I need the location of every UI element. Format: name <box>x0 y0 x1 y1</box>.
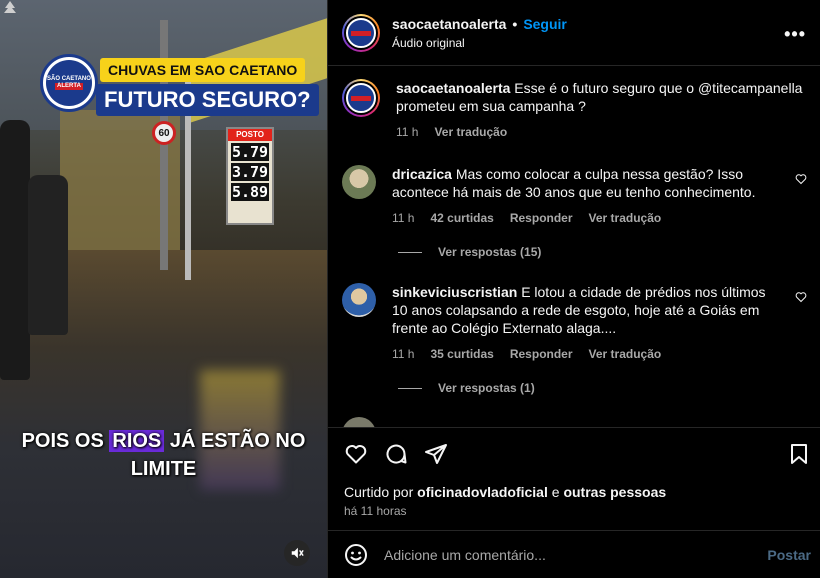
like-heart-icon[interactable] <box>795 173 807 185</box>
comment-input[interactable] <box>384 546 768 563</box>
caption-text: JÁ ESTÃO NO <box>164 430 306 452</box>
view-replies[interactable]: Ver respostas (1) <box>398 381 535 395</box>
translate-link[interactable]: Ver tradução <box>434 123 507 141</box>
post-time[interactable]: há 11 horas <box>344 504 407 518</box>
translate-link[interactable]: Ver tradução <box>589 345 662 363</box>
video-tag-headline: CHUVAS EM SAO CAETANO <box>100 58 306 82</box>
post-comment-button[interactable]: Postar <box>767 547 811 563</box>
comment-item: dricazica Mas como colocar a culpa nessa… <box>342 165 807 227</box>
emoji-icon[interactable] <box>344 543 368 567</box>
tree-icon <box>4 1 16 13</box>
video-tag-question: FUTURO SEGURO? <box>96 84 319 116</box>
separator-dot: • <box>512 15 518 32</box>
person-silhouette <box>0 120 30 380</box>
video-caption-line1: POIS OS RIOS JÁ ESTÃO NO <box>0 430 327 453</box>
speed-limit-sign: 60 <box>152 121 176 145</box>
comment-likes[interactable]: 35 curtidas <box>430 345 493 363</box>
reel-video[interactable]: 60 POSTO 5.79 3.79 5.89 SÃO CAETANO ALER… <box>0 0 327 578</box>
post-header: saocaetanoalerta • Seguir Áudio original… <box>328 0 820 66</box>
caption-text: POIS OS <box>21 430 110 452</box>
replies-line <box>398 251 422 253</box>
author-logo <box>346 83 376 113</box>
person-silhouette <box>28 175 68 335</box>
commenter-avatar[interactable] <box>342 283 376 317</box>
replies-line <box>398 387 422 389</box>
price-row: 5.79 <box>231 143 269 161</box>
speaker-muted-icon <box>291 547 304 559</box>
post-panel: saocaetanoalerta • Seguir Áudio original… <box>327 0 820 578</box>
view-replies-label[interactable]: Ver respostas (15) <box>438 245 541 259</box>
liked-by: Curtido por oficinadovladoficial e outra… <box>344 484 666 500</box>
comment-item: sinkeviciuscristian E lotou a cidade de … <box>342 283 807 363</box>
comment-likes[interactable]: 42 curtidas <box>430 209 493 227</box>
comment-username[interactable]: saocaetanoalerta <box>396 80 510 96</box>
comment-username[interactable]: sinkeviciuscristian <box>392 284 517 300</box>
price-board-header: POSTO <box>228 129 272 141</box>
reply-button[interactable]: Responder <box>510 209 573 227</box>
author-avatar[interactable] <box>342 79 380 117</box>
fuel-price-board: POSTO 5.79 3.79 5.89 <box>226 127 274 225</box>
share-send-icon[interactable] <box>424 442 448 466</box>
logo-text-bottom: ALERTA <box>55 83 83 90</box>
price-row: 5.89 <box>231 183 269 201</box>
price-row: 3.79 <box>231 163 269 181</box>
comment-time: 11 h <box>396 125 419 139</box>
comment-bubble-icon[interactable] <box>384 442 408 466</box>
author-avatar[interactable] <box>342 13 380 52</box>
bookmark-save-icon[interactable] <box>787 442 811 466</box>
post-caption: saocaetanoalerta Esse é o futuro seguro … <box>342 79 807 141</box>
like-heart-icon[interactable] <box>344 442 368 466</box>
like-heart-icon[interactable] <box>795 291 807 303</box>
sao-caetano-alerta-logo: SÃO CAETANO ALERTA <box>40 54 98 112</box>
post-actions: Curtido por oficinadovladoficial e outra… <box>328 427 820 529</box>
author-username[interactable]: saocaetanoalerta <box>392 16 506 32</box>
view-replies[interactable]: Ver respostas (15) <box>398 245 541 259</box>
follow-button[interactable]: Seguir <box>523 16 567 32</box>
more-options-icon[interactable]: ••• <box>784 24 806 45</box>
video-caption-line2: LIMITE <box>130 458 197 480</box>
liked-user[interactable]: oficinadovladoficial <box>417 484 548 500</box>
liked-prefix: Curtido por <box>344 484 418 500</box>
comment-composer: Postar <box>328 530 820 578</box>
comments-list[interactable]: saocaetanoalerta Esse é o futuro seguro … <box>328 67 820 427</box>
commenter-avatar[interactable] <box>342 165 376 199</box>
mute-button[interactable] <box>284 540 310 566</box>
view-replies-label[interactable]: Ver respostas (1) <box>438 381 535 395</box>
audio-link[interactable]: Áudio original <box>392 36 567 50</box>
logo-text-top: SÃO CAETANO <box>47 76 91 82</box>
commenter-avatar[interactable] <box>342 417 376 427</box>
comment-time: 11 h <box>392 211 415 225</box>
comment-username[interactable]: dricazica <box>392 166 452 182</box>
reply-button[interactable]: Responder <box>510 345 573 363</box>
author-logo <box>346 17 376 48</box>
liked-others[interactable]: outras pessoas <box>563 484 666 500</box>
comment-time: 11 h <box>392 347 415 361</box>
translate-link[interactable]: Ver tradução <box>589 209 662 227</box>
liked-and: e <box>547 484 564 500</box>
caption-highlight: RIOS <box>109 430 165 452</box>
